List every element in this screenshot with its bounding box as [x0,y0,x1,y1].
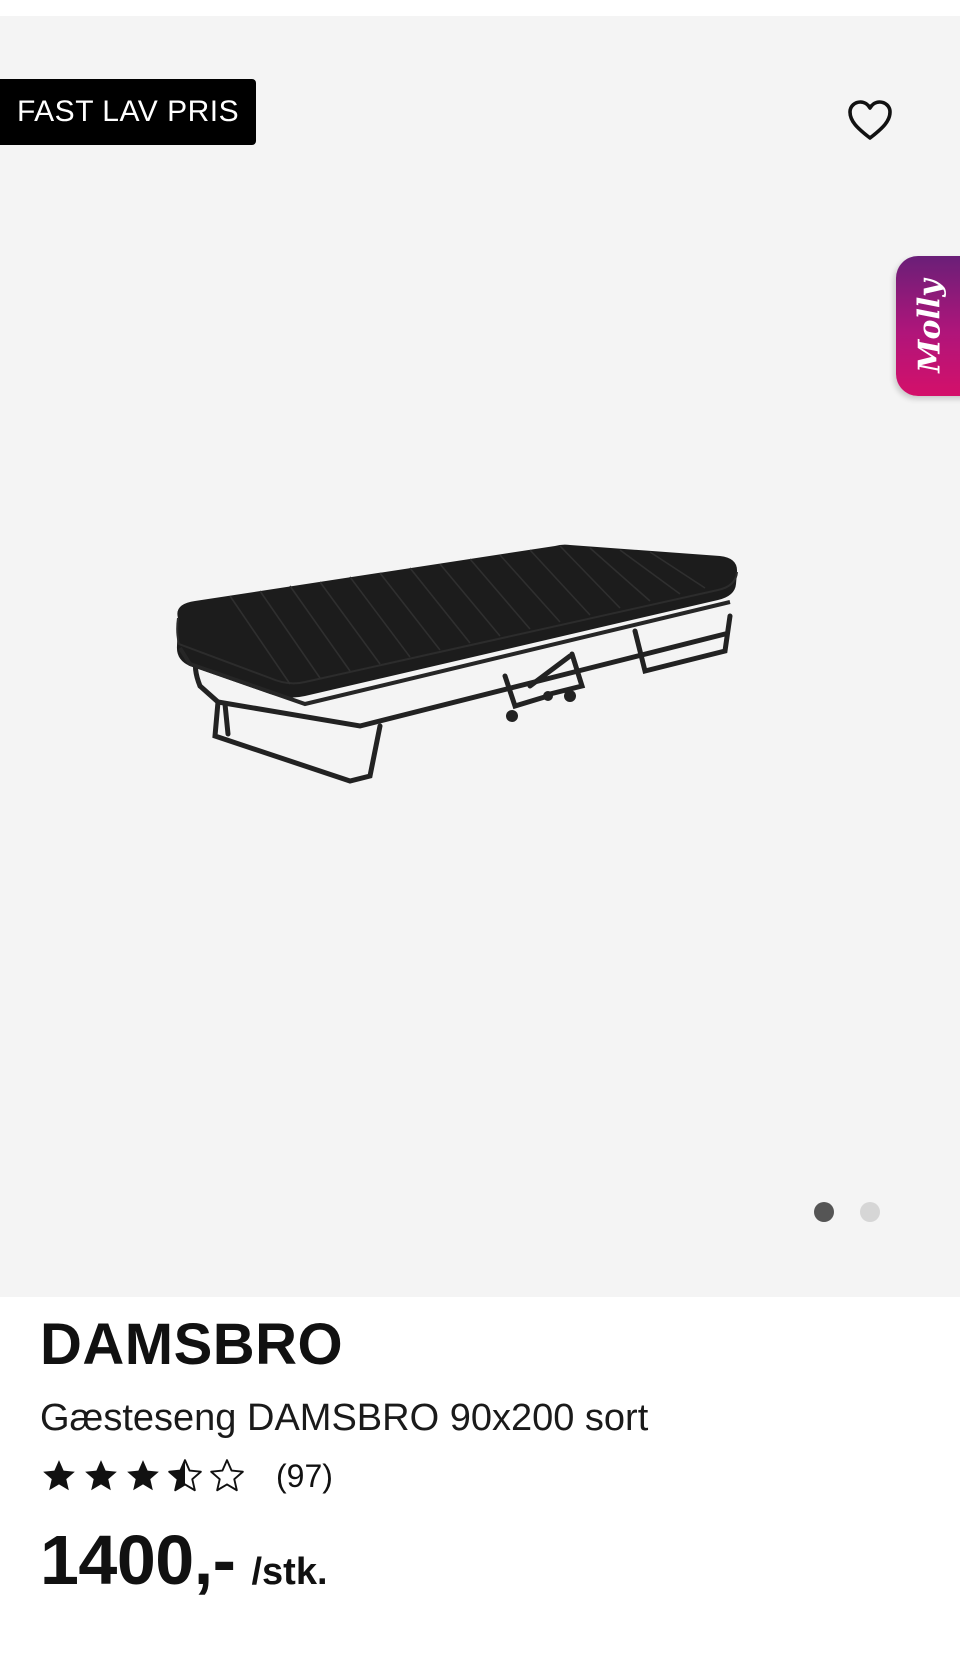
product-image [176,544,738,784]
review-count[interactable]: (97) [276,1458,333,1495]
gallery-pagination [814,1202,880,1222]
product-price: 1400,- [40,1521,236,1599]
assistant-label: Molly [912,279,948,373]
price-row: 1400,- /stk. [40,1520,920,1600]
star-outline-icon [210,1459,244,1492]
price-badge: FAST LAV PRIS [0,79,257,145]
chat-assistant-tab[interactable]: Molly [896,256,960,396]
rating-stars [40,1457,246,1495]
product-brand: DAMSBRO [40,1312,344,1377]
favorite-button[interactable] [842,92,898,148]
star-filled-icon [85,1460,117,1491]
product-info: DAMSBRO Gæsteseng DAMSBRO 90x200 sort (9… [40,1310,920,1600]
product-name: Gæsteseng DAMSBRO 90x200 sort [40,1397,649,1439]
price-unit: /stk. [251,1551,328,1593]
product-image-gallery[interactable]: FAST LAV PRIS Molly [0,16,960,1297]
product-rating[interactable]: (97) [40,1452,920,1500]
product-page: FAST LAV PRIS Molly DAMSBRO Gæsteseng DA… [0,0,960,1661]
star-filled-icon [127,1460,159,1491]
star-half-icon [168,1459,202,1492]
pagination-dot-2[interactable] [860,1202,880,1222]
pagination-dot-1[interactable] [814,1202,834,1222]
star-filled-icon [43,1460,75,1491]
heart-outline-icon [848,100,892,140]
